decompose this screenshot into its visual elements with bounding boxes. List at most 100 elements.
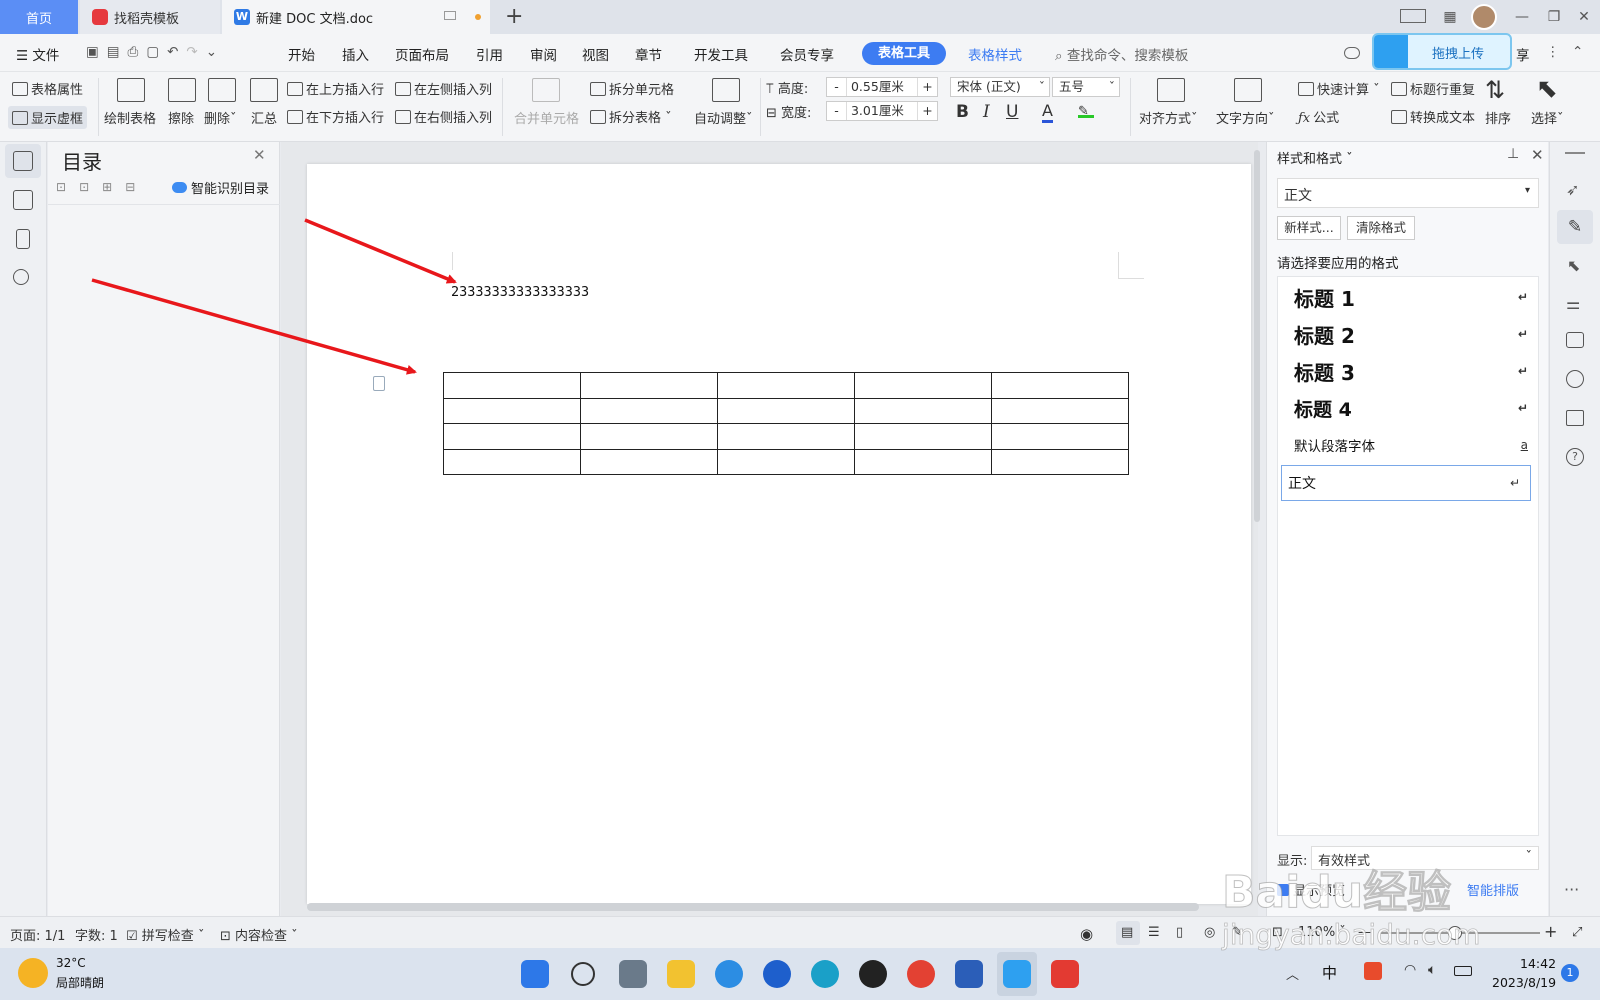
style-item-heading-1[interactable]: 标题 1 ↵ [1288, 279, 1538, 315]
avatar[interactable] [1471, 4, 1497, 30]
table-cell[interactable] [580, 372, 718, 399]
style-brush-icon[interactable]: ✎ [1557, 210, 1593, 244]
weather-temp[interactable]: 32°C [56, 956, 86, 970]
command-search[interactable]: ⌕ 查找命令、搜索模板 [1055, 44, 1188, 64]
tab-daoke[interactable]: 找稻壳模板 [80, 0, 220, 34]
tab-document[interactable]: W 新建 DOC 文档.doc [222, 0, 490, 34]
table-cell[interactable] [991, 372, 1129, 399]
style-item-heading-2[interactable]: 标题 2 ↵ [1288, 316, 1538, 352]
edge-icon[interactable] [811, 960, 839, 988]
baidu-netdisk-icon[interactable] [1003, 960, 1031, 988]
task-view-icon[interactable] [619, 960, 647, 988]
clock-time[interactable]: 14:42 [1520, 956, 1556, 971]
table-cell[interactable] [580, 397, 718, 424]
minus-icon[interactable]: - [827, 78, 847, 96]
word-count[interactable]: 字数: 1 [75, 925, 118, 944]
split-cells-button[interactable]: 拆分单元格 [590, 79, 674, 98]
style-item-normal[interactable]: 正文 ↵ [1281, 465, 1531, 501]
ie-browser-icon[interactable] [715, 960, 743, 988]
quick-calc-button[interactable]: 快速计算 ˇ [1298, 79, 1380, 98]
show-grid-button[interactable]: 显示虚框 [8, 106, 88, 129]
print-icon[interactable]: ⎙ [128, 44, 147, 60]
convert-to-text-button[interactable]: 转换成文本 [1391, 107, 1475, 126]
adjust-sliders-icon[interactable]: ⚌ [1566, 294, 1580, 313]
vertical-scrollbar[interactable] [1254, 150, 1260, 522]
document-page[interactable] [307, 164, 1251, 904]
table-cell[interactable] [443, 397, 581, 424]
menu-chapter[interactable]: 章节 [635, 44, 662, 64]
document-text[interactable]: 23333333333333333 [451, 284, 589, 300]
tray-chevron-icon[interactable]: ︿ [1286, 964, 1299, 983]
expand-icon[interactable]: ⊡ [56, 180, 79, 194]
minimize-icon[interactable]: — [1512, 7, 1532, 27]
plus-icon[interactable]: + [917, 78, 937, 96]
redo-icon[interactable]: ↷ [186, 44, 205, 60]
page-view-icon[interactable]: ▤ [1121, 925, 1133, 940]
font-size-select[interactable]: 五号 ˇ [1052, 77, 1120, 97]
text-direction-button[interactable]: 文字方向ˇ [1216, 108, 1275, 127]
font-color-button[interactable]: A [1042, 102, 1053, 123]
col-width-stepper[interactable]: - 3.01厘米 + [826, 101, 938, 121]
italic-button[interactable]: I [983, 102, 990, 122]
save-as-icon[interactable]: ▤ [107, 44, 128, 60]
layout-icon[interactable] [1400, 9, 1426, 23]
tab-table-tools[interactable]: 表格工具 [862, 42, 946, 65]
style-item-heading-4[interactable]: 标题 4 ↵ [1288, 390, 1538, 426]
qq-icon[interactable] [859, 960, 887, 988]
customize-chevron-icon[interactable]: ⌄ [206, 44, 225, 60]
menu-review[interactable]: 审阅 [530, 44, 557, 64]
menu-view[interactable]: 视图 [582, 44, 609, 64]
zoom-in-button[interactable]: + [1544, 922, 1557, 941]
volume-icon[interactable]: 🔈︎ [1428, 962, 1436, 978]
add-level-icon[interactable]: ⊞ [102, 180, 125, 194]
smart-toc-button[interactable]: 智能识别目录 [172, 178, 269, 197]
table-cell[interactable] [991, 397, 1129, 424]
more-vertical-icon[interactable]: ⋮ [1546, 44, 1560, 60]
remove-level-icon[interactable]: ⊟ [125, 180, 148, 194]
table-cell[interactable] [854, 397, 992, 424]
reading-icon[interactable] [1566, 410, 1584, 426]
search-icon[interactable] [571, 962, 595, 986]
monitor-icon[interactable] [444, 11, 456, 20]
grid-apps-icon[interactable]: ▦ [1440, 7, 1460, 27]
wps-icon[interactable] [1051, 960, 1079, 988]
document-table[interactable] [443, 372, 1129, 475]
spell-check-button[interactable]: ☑ 拼写检查 ˇ [126, 925, 204, 944]
drag-handle-icon[interactable] [1565, 152, 1585, 154]
start-icon[interactable] [521, 960, 549, 988]
toc-icon[interactable] [13, 151, 33, 171]
table-handle-icon[interactable] [373, 376, 385, 391]
font-family-select[interactable]: 宋体 (正文) ˇ [950, 77, 1050, 97]
rocket-icon[interactable]: ➶ [1566, 180, 1579, 199]
image-tool-icon[interactable] [1566, 332, 1584, 348]
share-label[interactable]: 享 [1516, 44, 1530, 64]
wifi-icon[interactable]: ◠ [1404, 962, 1416, 978]
insert-row-above-button[interactable]: 在上方插入行 [287, 79, 384, 98]
battery-icon[interactable] [1454, 966, 1472, 976]
table-cell[interactable] [580, 448, 718, 475]
save-icon[interactable]: ▣ [86, 44, 107, 60]
sogou-ime-icon[interactable] [1364, 962, 1382, 980]
bookmark-icon[interactable] [16, 229, 30, 249]
insert-row-below-button[interactable]: 在下方插入行 [287, 107, 384, 126]
insert-col-right-button[interactable]: 在右侧插入列 [395, 107, 492, 126]
upload-panel[interactable]: 拖拽上传 [1372, 33, 1512, 70]
smart-layout-button[interactable]: 智能排版 [1467, 880, 1519, 899]
print-preview-icon[interactable]: ▢ [146, 44, 167, 60]
delete-button[interactable]: 删除ˇ [204, 108, 237, 127]
merge-cells-button[interactable]: 合并单元格 [514, 108, 579, 127]
close-icon[interactable]: ✕ [253, 146, 266, 164]
help-icon[interactable]: ? [1566, 448, 1584, 466]
table-cell[interactable] [717, 448, 855, 475]
clear-format-button[interactable]: 清除格式 [1347, 216, 1415, 240]
plus-icon[interactable]: + [917, 102, 937, 120]
minus-icon[interactable]: - [827, 102, 847, 120]
header-repeat-button[interactable]: 标题行重复 [1391, 79, 1475, 98]
more-horizontal-icon[interactable]: ··· [1564, 880, 1579, 899]
table-cell[interactable] [854, 372, 992, 399]
underline-button[interactable]: U [1006, 102, 1018, 122]
link-tool-icon[interactable] [1566, 370, 1584, 388]
chapter-nav-icon[interactable] [13, 190, 33, 210]
styles-pane-title[interactable]: 样式和格式 ˇ [1277, 148, 1353, 167]
restore-icon[interactable]: ❐ [1544, 7, 1564, 27]
